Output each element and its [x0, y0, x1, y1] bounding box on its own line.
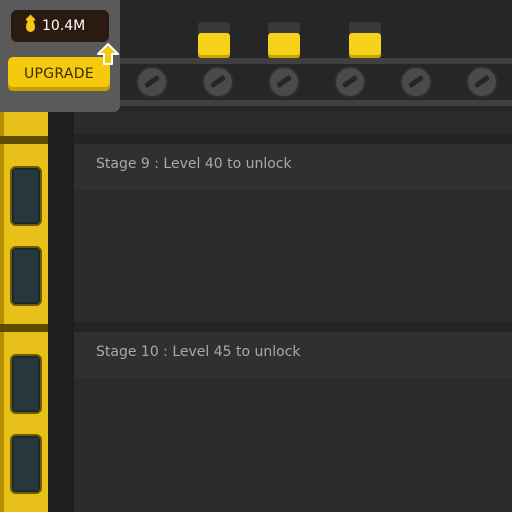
- stage-lock-label: Stage 9 : Level 40 to unlock: [96, 156, 292, 172]
- conveyor-roller: [202, 66, 234, 98]
- stage-lock-label: Stage 10 : Level 45 to unlock: [96, 344, 301, 360]
- tower-window: [10, 434, 42, 494]
- conveyor-roller: [466, 66, 498, 98]
- conveyor-rail-bottom: [120, 100, 512, 106]
- tower-window: [10, 166, 42, 226]
- currency-amount: 10.4M: [42, 18, 86, 34]
- oil-crate: [198, 22, 230, 58]
- conveyor-roller: [268, 66, 300, 98]
- tower-window: [10, 354, 42, 414]
- tower-shaft-gap: [48, 112, 74, 512]
- conveyor-rail-top: [120, 58, 512, 64]
- conveyor-roller: [400, 66, 432, 98]
- stage-header: Stage 9 : Level 40 to unlock: [74, 144, 512, 190]
- tower-floor-divider: [0, 136, 52, 144]
- upgrade-button-label: UPGRADE: [23, 66, 94, 82]
- tower-floor-divider: [0, 324, 52, 332]
- oil-crate: [349, 22, 381, 58]
- conveyor-roller: [136, 66, 168, 98]
- upgrade-button[interactable]: UPGRADE: [8, 57, 110, 91]
- upgrade-arrow-icon: [97, 43, 119, 65]
- tower-window: [10, 246, 42, 306]
- oil-crate: [268, 22, 300, 58]
- oil-drop-icon: [26, 20, 35, 32]
- stage-panel-9[interactable]: Stage 9 : Level 40 to unlock: [74, 144, 512, 322]
- stage-header: Stage 10 : Level 45 to unlock: [74, 332, 512, 378]
- conveyor-area: [120, 0, 512, 112]
- tower-edge: [0, 112, 4, 512]
- stage-panel-previous: [74, 112, 512, 134]
- conveyor-roller: [334, 66, 366, 98]
- currency-display: 10.4M: [11, 10, 109, 42]
- stage-panel-10[interactable]: Stage 10 : Level 45 to unlock: [74, 332, 512, 512]
